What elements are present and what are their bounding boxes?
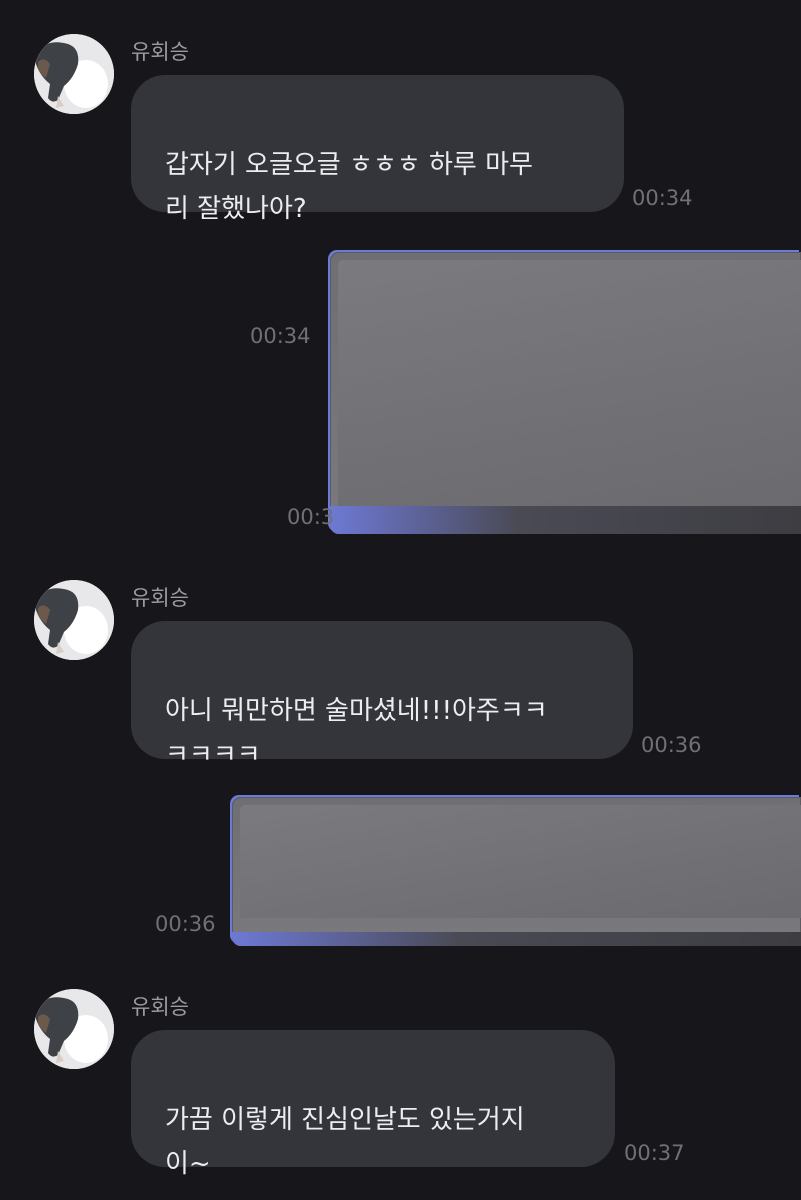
message-time: 00:34 — [250, 324, 311, 348]
sender-name: 유회승 — [131, 995, 189, 1019]
message-text: 아니 뭐만하면 술마셨네!!!아주ㅋㅋ ㅋㅋㅋㅋ — [165, 696, 548, 770]
avatar[interactable] — [34, 989, 114, 1069]
message-time-partial: 00:3 — [287, 505, 335, 529]
message-bubble[interactable]: 갑자기 오글오글 ㅎㅎㅎ 하루 마무 리 잘했나아? — [131, 75, 624, 224]
redaction-face — [338, 260, 801, 506]
message-text: 갑자기 오글오글 ㅎㅎㅎ 하루 마무 리 잘했나아? — [165, 150, 533, 224]
redacted-message-block — [330, 252, 801, 534]
message-bubble[interactable]: 아니 뭐만하면 술마셨네!!!아주ㅋㅋ ㅋㅋㅋㅋ — [131, 621, 633, 770]
sender-name: 유회승 — [131, 586, 189, 610]
redaction-face — [240, 805, 801, 918]
profile-photo — [34, 989, 114, 1069]
message-time: 00:36 — [155, 912, 216, 936]
redacted-message-block — [232, 797, 801, 946]
avatar[interactable] — [34, 34, 114, 114]
redaction-edge — [232, 932, 801, 946]
message-bubble[interactable]: 가끔 이렇게 진심인날도 있는거지 이~ — [131, 1030, 615, 1179]
avatar[interactable] — [34, 580, 114, 660]
message-text: 가끔 이렇게 진심인날도 있는거지 이~ — [165, 1105, 525, 1179]
profile-photo — [34, 580, 114, 660]
sender-name: 유회승 — [131, 40, 189, 64]
redaction-edge — [330, 506, 801, 534]
profile-photo — [34, 34, 114, 114]
message-time: 00:36 — [641, 733, 702, 757]
message-time: 00:37 — [624, 1141, 685, 1165]
chat-view: 유회승 갑자기 오글오글 ㅎㅎㅎ 하루 마무 리 잘했나아? 00:34 00:… — [0, 0, 801, 1200]
message-time: 00:34 — [632, 186, 693, 210]
